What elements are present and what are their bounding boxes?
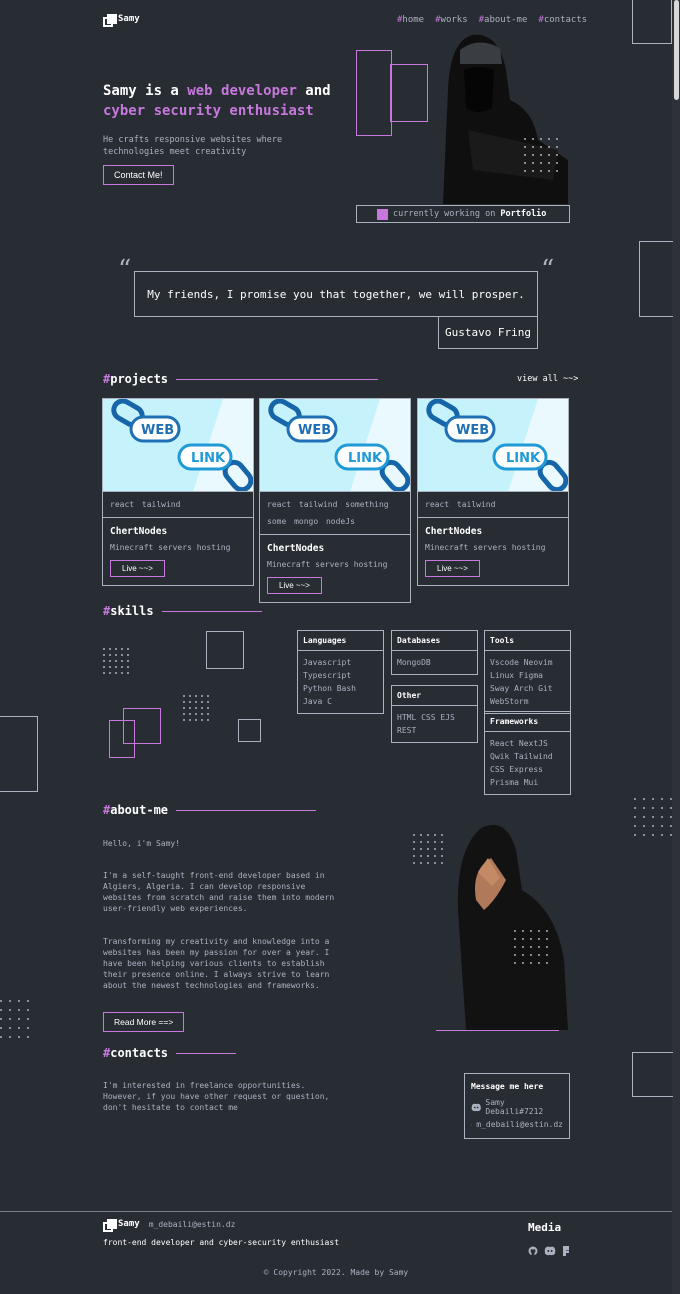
project-name: ChertNodes	[425, 526, 483, 537]
live-button[interactable]: Live ~~>	[267, 577, 322, 594]
project-image: WEB LINK	[260, 399, 410, 492]
decor-dots	[514, 930, 548, 964]
scrollbar-thumb[interactable]	[674, 0, 679, 100]
project-desc: Minecraft servers hosting	[110, 543, 231, 552]
hero-image	[356, 30, 570, 204]
logo-icon	[103, 14, 117, 27]
project-image: WEB LINK	[103, 399, 253, 492]
project-card: WEB LINK react tailwind ChertNodes Minec…	[102, 398, 254, 586]
decor-square	[238, 719, 261, 742]
mail-icon	[471, 1124, 473, 1125]
skill-box-other: Other HTML CSS EJS REST	[391, 685, 478, 743]
logo-text: Samy	[118, 14, 140, 24]
quote-box: My friends, I promise you that together,…	[134, 271, 538, 317]
figma-icon[interactable]	[562, 1246, 570, 1256]
view-all-link[interactable]: view all ~~>	[517, 374, 578, 384]
main-nav: #home #works #about-me #contacts	[397, 15, 587, 25]
quote-close-icon: “	[541, 255, 555, 285]
contacts-title: # contacts	[103, 1046, 237, 1060]
project-name: ChertNodes	[110, 526, 168, 537]
media-title: Media	[528, 1221, 562, 1234]
hooded-figure-icon	[457, 824, 568, 1030]
decor-frame	[632, 1052, 673, 1097]
discord-icon[interactable]	[544, 1246, 556, 1256]
project-desc: Minecraft servers hosting	[267, 560, 388, 569]
project-desc: Minecraft servers hosting	[425, 543, 546, 552]
logo-icon	[103, 1219, 117, 1232]
project-tags: react tailwind	[103, 492, 253, 518]
quote-author: Gustavo Fring	[438, 317, 538, 349]
nav-contacts[interactable]: #contacts	[538, 15, 587, 25]
email-contact[interactable]: m_debaili@estin.dz	[471, 1120, 563, 1129]
decor-dots	[103, 648, 129, 674]
project-name: ChertNodes	[267, 543, 325, 554]
project-tags: react tailwind something some mongo node…	[260, 492, 410, 535]
discord-contact[interactable]: Samy Debaili#7212	[471, 1098, 563, 1116]
project-tags: react tailwind	[418, 492, 568, 518]
copyright: © Copyright 2022. Made by Samy	[263, 1268, 409, 1277]
footer-divider	[0, 1211, 672, 1212]
read-more-button[interactable]: Read More ==>	[103, 1012, 185, 1032]
logo[interactable]: Samy	[103, 14, 140, 27]
live-button[interactable]: Live ~~>	[425, 560, 480, 577]
footer-tagline: front-end developer and cyber-security e…	[103, 1238, 340, 1247]
skills-title: # skills	[103, 604, 262, 618]
discord-icon	[471, 1103, 481, 1111]
decor-outline	[123, 708, 161, 744]
decor-dots	[524, 138, 558, 172]
title-line	[176, 809, 317, 811]
contact-me-button[interactable]: Contact Me!	[103, 165, 174, 185]
nav-home[interactable]: #home	[397, 15, 424, 25]
skill-box-databases: Databases MongoDB	[391, 630, 478, 675]
live-button[interactable]: Live ~~>	[110, 560, 165, 577]
project-card: WEB LINK react tailwind ChertNodes Minec…	[417, 398, 569, 586]
image-underline	[436, 1030, 559, 1031]
decor-dots	[183, 695, 209, 721]
contacts-text: I'm interested in freelance opportunitie…	[103, 1081, 330, 1112]
title-line	[176, 1052, 237, 1054]
skill-box-frameworks: Frameworks React NextJS Qwik Tailwind CS…	[484, 711, 571, 795]
nav-works[interactable]: #works	[435, 15, 468, 25]
quote-open-icon: “	[118, 255, 132, 285]
hero-title: Samy is a web developer and cyber securi…	[103, 83, 331, 119]
skill-box-tools: Tools Vscode Neovim Linux Figma Sway Arc…	[484, 630, 571, 714]
about-title: # about-me	[103, 803, 317, 817]
footer-logo[interactable]: Samy m_debaili@estin.dz	[103, 1219, 236, 1232]
about-greeting: Hello, i'm Samy!	[103, 839, 181, 848]
decor-frame	[0, 716, 38, 792]
decor-dots	[634, 798, 672, 836]
skill-box-languages: Languages Javascript Typescript Python B…	[297, 630, 384, 714]
decor-dots	[0, 1000, 29, 1038]
footer-email: m_debaili@estin.dz	[148, 1219, 236, 1229]
title-line	[176, 378, 379, 380]
social-links	[528, 1246, 570, 1256]
title-line	[161, 610, 262, 612]
status-bar: currently working on Portfolio	[356, 205, 570, 223]
about-paragraph-2: Transforming my creativity and knowledge…	[103, 937, 330, 990]
projects-title: # projects	[103, 372, 379, 386]
hooded-figure-icon	[443, 34, 568, 204]
scrollbar-track[interactable]	[672, 0, 680, 1294]
project-card: WEB LINK react tailwind something some m…	[259, 398, 411, 603]
decor-frame	[632, 0, 672, 44]
message-box: Message me here Samy Debaili#7212 m_deba…	[464, 1073, 570, 1139]
status-square-icon	[377, 208, 388, 220]
about-paragraph-1: I'm a self-taught front-end developer ba…	[103, 871, 335, 913]
decor-frame	[639, 241, 673, 317]
github-icon[interactable]	[528, 1246, 538, 1256]
hero-subtitle: He crafts responsive websites where tech…	[103, 135, 283, 157]
project-image: WEB LINK	[418, 399, 568, 492]
decor-square	[206, 631, 244, 669]
nav-about-me[interactable]: #about-me	[479, 15, 528, 25]
